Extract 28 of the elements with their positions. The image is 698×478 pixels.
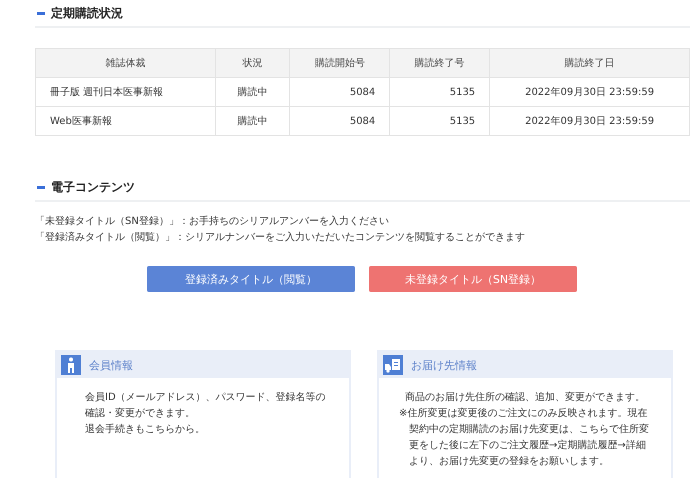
- instruction-text: 「未登録タイトル（SN登録）」：お手持ちのシリアルアンバーを入力ください: [35, 214, 390, 229]
- card-text: 会員ID（メールアドレス）、パスワード、登録名等の確認・変更ができます。: [85, 391, 327, 421]
- column-header: 雑誌体裁: [36, 48, 216, 78]
- section-title: 定期購読状況: [51, 5, 123, 22]
- table-cell: Web医事新報: [36, 106, 216, 136]
- table-cell: 購読中: [215, 106, 290, 136]
- column-header: 購読開始号: [290, 48, 390, 78]
- table-cell: 2022年09月30日 23:59:59: [490, 78, 690, 106]
- table-cell: 5084: [290, 78, 390, 106]
- person-icon: [61, 355, 81, 375]
- title-button[interactable]: 登録済みタイトル（閲覧）: [147, 266, 355, 292]
- table-cell: 5135: [390, 106, 490, 136]
- column-header: 購読終了日: [490, 48, 690, 78]
- table-cell: 購読中: [215, 78, 290, 106]
- card-text: ※住所変更は変更後のご注文にのみ反映されます。現在契約中の定期購読のお届け先変更は、こちらで住所変更をした後に左下のご注文履歴→定期購読履歴→詳細より、お届け先変更の登録をお願いします。: [399, 406, 650, 469]
- column-header: 購読終了号: [390, 48, 490, 78]
- card-title[interactable]: 会員情報: [89, 358, 133, 372]
- instruction-text: 「登録済みタイトル（閲覧）」：シリアルナンバーをご入力いただいたコンテンツを閲覧することができます: [35, 230, 526, 245]
- section-title: 電子コンテンツ: [51, 179, 135, 196]
- table-cell: 5084: [290, 106, 390, 136]
- title-button[interactable]: 未登録タイトル（SN登録）: [369, 266, 577, 292]
- card-text: 退会手続きもこちらから。: [85, 422, 206, 437]
- card-text: 商品のお届け先住所の確認、追加、変更ができます。: [404, 390, 646, 405]
- table-cell: 5135: [390, 78, 490, 106]
- table-cell: 冊子版 週刊日本医事新報: [36, 78, 216, 106]
- card-title[interactable]: お届け先情報: [411, 358, 477, 372]
- table-cell: 2022年09月30日 23:59:59: [490, 106, 690, 136]
- column-header: 状況: [215, 48, 290, 78]
